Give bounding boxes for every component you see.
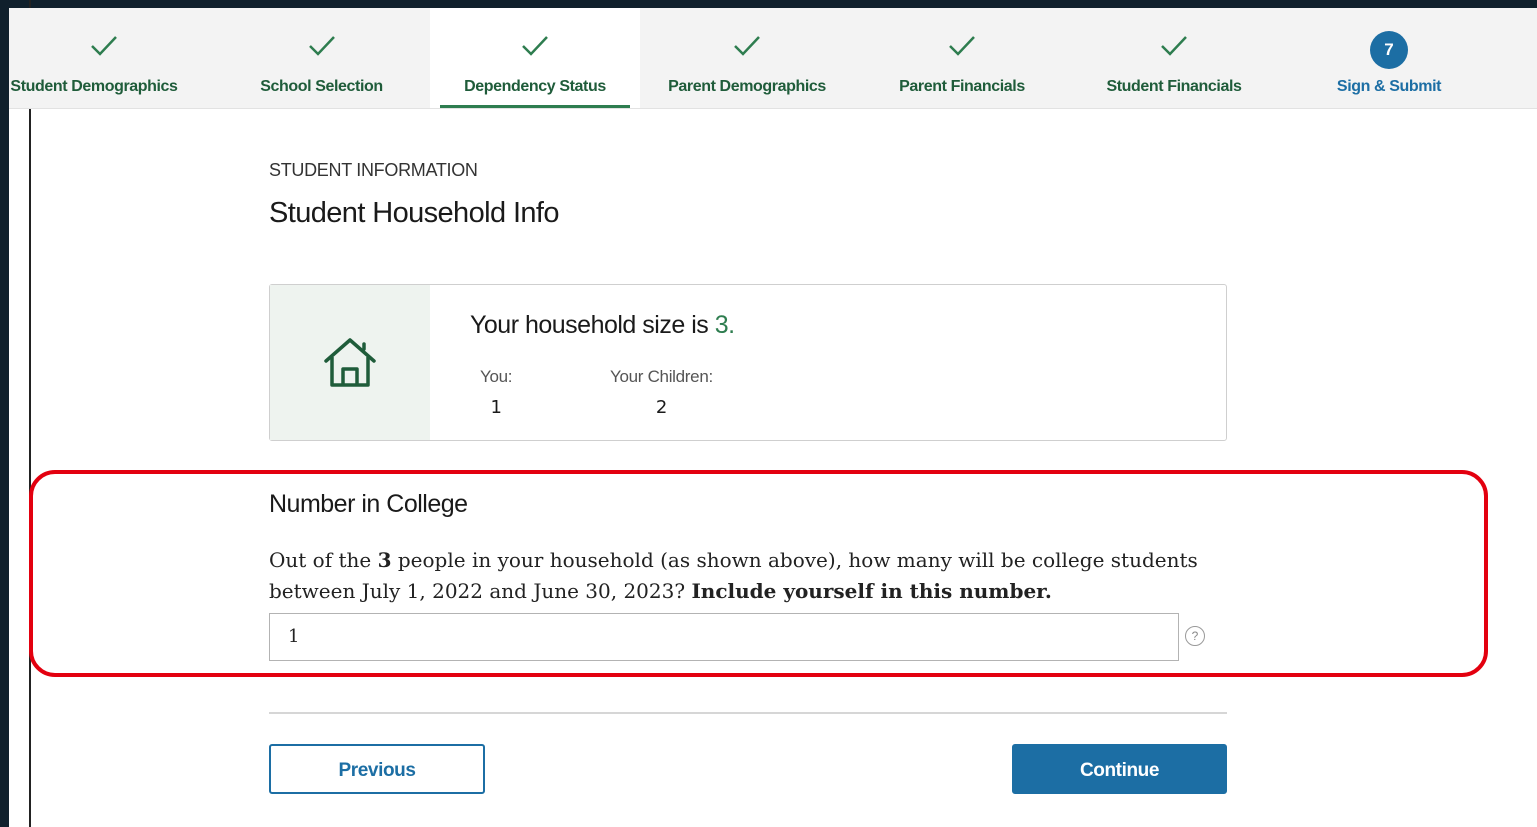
step-student-demographics[interactable]: Student Demographics [9,8,199,108]
household-size-prefix: Your household size is [470,311,715,339]
step-number-badge: 7 [1370,31,1408,69]
step-parent-financials[interactable]: Parent Financials [867,8,1057,108]
form-divider [269,712,1227,714]
number-in-college-input[interactable]: 1 [269,613,1179,661]
children-label: Your Children: [610,367,713,386]
children-value: 2 [655,397,668,418]
check-icon [1159,34,1189,58]
step-label: School Selection [260,78,383,95]
step-label: Parent Demographics [668,78,826,95]
step-dependency-status[interactable]: Dependency Status [430,8,640,108]
previous-button[interactable]: Previous [269,744,485,794]
continue-button[interactable]: Continue [1012,744,1227,794]
check-icon [307,34,337,58]
progress-steps: Student Demographics School Selection De… [9,8,1537,109]
step-label: Student Demographics [10,78,178,95]
house-icon-box [270,285,430,440]
left-border-line [29,0,31,827]
question-part1: Out of the [269,548,378,572]
page-title: Student Household Info [269,197,560,229]
step-sign-submit[interactable]: 7 Sign & Submit [1294,8,1484,108]
question-count: 3 [377,548,392,572]
check-icon [520,34,550,58]
you-label: You: [480,367,513,386]
check-icon [89,34,119,58]
you-value: 1 [490,397,502,418]
household-size-card: Your household size is 3. You: 1 Your Ch… [269,284,1227,441]
step-label: Parent Financials [899,78,1025,95]
household-children: Your Children: 2 [610,367,713,418]
household-size-heading: Your household size is 3. [470,311,735,340]
help-icon[interactable]: ? [1185,626,1205,646]
step-school-selection[interactable]: School Selection [229,8,414,108]
check-icon [732,34,762,58]
step-label: Sign & Submit [1336,78,1442,95]
number-in-college-title: Number in College [269,490,468,518]
active-step-underline [440,105,630,108]
window-top-bar [0,0,1537,8]
number-in-college-question: Out of the 3 people in your household (a… [269,545,1289,607]
household-you: You: 1 [480,367,513,418]
step-label: Dependency Status [464,78,606,95]
step-label: Student Financials [1106,78,1242,95]
question-emphasis: Include yourself in this number. [691,579,1052,603]
check-icon [947,34,977,58]
step-student-financials[interactable]: Student Financials [1079,8,1269,108]
section-eyebrow: STUDENT INFORMATION [269,160,478,180]
step-parent-demographics[interactable]: Parent Demographics [652,8,842,108]
household-size-value: 3. [714,311,735,339]
window-left-bar [0,0,9,827]
